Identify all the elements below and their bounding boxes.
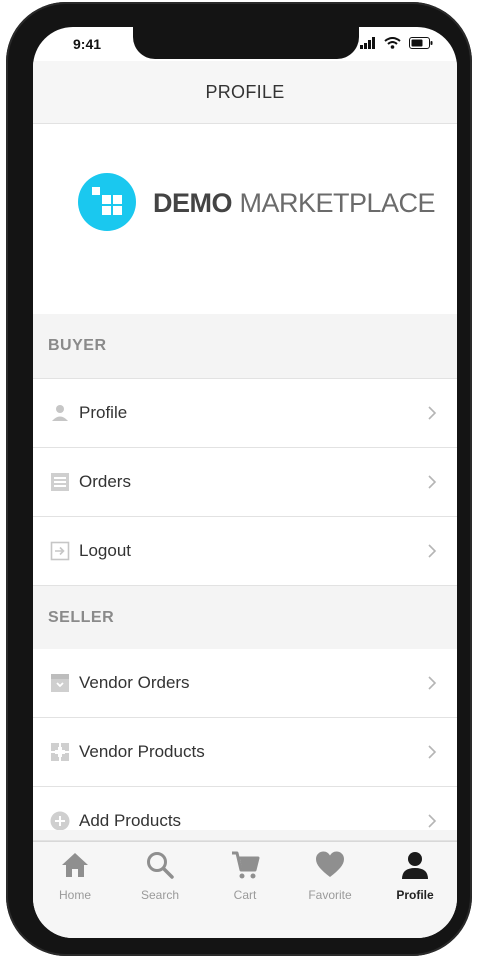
section-header-buyer: BUYER	[33, 314, 457, 379]
status-icons	[360, 37, 433, 49]
page-title: PROFILE	[205, 81, 285, 102]
wifi-icon	[384, 37, 401, 49]
menu-item-label: Logout	[79, 541, 131, 560]
screen: 9:41 PROFILE DEMO MARKETPLACE BUYER Prof…	[33, 27, 457, 938]
chevron-right-icon	[428, 475, 437, 489]
chevron-right-icon	[428, 676, 437, 690]
chevron-right-icon	[428, 406, 437, 420]
tab-label: Cart	[233, 888, 257, 902]
tab-search[interactable]: Search	[118, 850, 202, 910]
section-title: BUYER	[48, 337, 107, 354]
list-icon	[51, 473, 69, 491]
battery-icon	[409, 37, 433, 49]
products-icon	[51, 743, 69, 761]
chevron-right-icon	[428, 745, 437, 759]
menu-item-logout[interactable]: Logout	[33, 517, 457, 586]
section-header-seller: SELLER	[33, 586, 457, 651]
chevron-right-icon	[428, 814, 437, 828]
bottom-tab-bar: Home Search Cart Favorite Profile	[33, 841, 457, 938]
tab-profile[interactable]: Profile	[373, 850, 457, 910]
menu-item-label: Add Products	[79, 811, 182, 830]
menu-item-label: Vendor Products	[79, 742, 205, 761]
logo-text: DEMO MARKETPLACE	[153, 188, 436, 219]
status-time: 9:41	[73, 36, 102, 52]
heart-icon	[316, 851, 344, 877]
search-icon	[147, 852, 174, 879]
menu-item-vendor-orders[interactable]: Vendor Orders	[33, 649, 457, 718]
home-icon	[62, 853, 88, 877]
notch	[133, 27, 359, 59]
chevron-right-icon	[428, 544, 437, 558]
logo-word-demo: DEMO	[153, 188, 233, 218]
signal-icon	[360, 37, 375, 49]
tab-label: Favorite	[308, 888, 352, 902]
box-icon	[51, 674, 69, 692]
phone-frame: 9:41 PROFILE DEMO MARKETPLACE BUYER Prof…	[6, 2, 472, 956]
cart-icon	[232, 851, 260, 879]
add-circle-icon	[50, 811, 70, 831]
person-icon	[402, 852, 428, 879]
tab-label: Profile	[396, 888, 434, 902]
logo-word-marketplace: MARKETPLACE	[239, 188, 436, 218]
page-header: PROFILE	[33, 61, 457, 124]
menu-item-profile[interactable]: Profile	[33, 379, 457, 448]
menu-item-orders[interactable]: Orders	[33, 448, 457, 517]
marketplace-logo-icon	[78, 173, 136, 231]
menu-item-label: Orders	[79, 472, 131, 491]
logo-area: DEMO MARKETPLACE	[33, 124, 457, 314]
person-icon	[52, 405, 68, 421]
section-title: SELLER	[48, 609, 115, 626]
menu-item-label: Profile	[79, 403, 128, 422]
tab-label: Home	[58, 888, 91, 902]
tab-favorite[interactable]: Favorite	[288, 850, 372, 910]
logout-icon	[50, 541, 70, 561]
tab-cart[interactable]: Cart	[203, 850, 287, 910]
tab-label: Search	[140, 888, 180, 902]
tab-home[interactable]: Home	[33, 850, 117, 910]
menu-item-label: Vendor Orders	[79, 673, 190, 692]
list-continuation	[33, 830, 457, 841]
menu-item-vendor-products[interactable]: Vendor Products	[33, 718, 457, 787]
